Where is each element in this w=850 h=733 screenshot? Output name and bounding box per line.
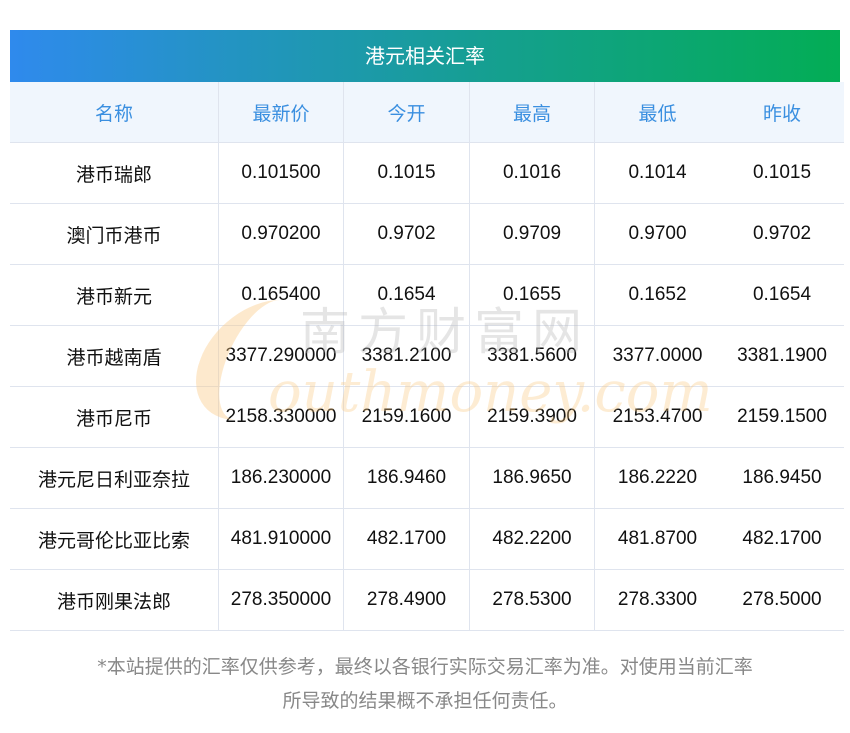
rate-value: 0.1654 <box>343 264 470 326</box>
currency-name: 港币瑞郎 <box>10 142 219 204</box>
currency-name: 港币越南盾 <box>10 325 219 387</box>
rate-value: 0.1655 <box>469 264 595 326</box>
rate-value: 278.3300 <box>594 569 720 631</box>
table-row: 澳门币港币 0.970200 0.9702 0.9709 0.9700 0.9702 <box>10 203 844 265</box>
table-row: 港币新元 0.165400 0.1654 0.1655 0.1652 0.1654 <box>10 264 844 326</box>
rate-value: 0.101500 <box>218 142 344 204</box>
rate-value: 0.1016 <box>469 142 595 204</box>
table-row: 港币刚果法郎 278.350000 278.4900 278.5300 278.3300… <box>10 569 844 631</box>
disclaimer: *本站提供的汇率仅供参考，最终以各银行实际交易汇率为准。对使用当前汇率 所导致的… <box>0 650 850 718</box>
column-header: 昨收 <box>720 82 844 143</box>
disclaimer-line: 所导致的结果概不承担任何责任。 <box>282 690 568 712</box>
currency-name: 港币新元 <box>10 264 219 326</box>
rate-value: 2153.4700 <box>594 386 720 448</box>
table-title: 港元相关汇率 <box>10 30 840 82</box>
rate-value: 0.1015 <box>720 142 844 204</box>
rate-value: 186.9460 <box>343 447 470 509</box>
rate-value: 0.9702 <box>343 203 470 265</box>
currency-name: 港币刚果法郎 <box>10 569 219 631</box>
rate-value: 3381.5600 <box>469 325 595 387</box>
column-header: 最高 <box>469 82 595 143</box>
currency-name: 澳门币港币 <box>10 203 219 265</box>
rate-value: 0.1652 <box>594 264 720 326</box>
column-header: 最低 <box>594 82 720 143</box>
rate-value: 186.9650 <box>469 447 595 509</box>
exchange-rate-table: 名称 最新价 今开 最高 最低 昨收 港币瑞郎 0.101500 0.1015 0.1016 0.… <box>10 82 844 631</box>
column-header: 名称 <box>10 82 219 143</box>
rate-value: 0.9702 <box>720 203 844 265</box>
rate-value: 2159.1500 <box>720 386 844 448</box>
table-row: 港币尼币 2158.330000 2159.1600 2159.3900 2153.47… <box>10 386 844 448</box>
rate-value: 186.230000 <box>218 447 344 509</box>
disclaimer-line: *本站提供的汇率仅供参考，最终以各银行实际交易汇率为准。对使用当前汇率 <box>97 656 753 678</box>
rate-value: 0.1014 <box>594 142 720 204</box>
column-header: 今开 <box>343 82 470 143</box>
rate-value: 278.4900 <box>343 569 470 631</box>
currency-name: 港元哥伦比亚比索 <box>10 508 219 570</box>
rate-value: 186.9450 <box>720 447 844 509</box>
rate-value: 278.5000 <box>720 569 844 631</box>
rate-value: 0.1654 <box>720 264 844 326</box>
rate-value: 0.1015 <box>343 142 470 204</box>
table-row: 港币瑞郎 0.101500 0.1015 0.1016 0.1014 0.1015 <box>10 142 844 204</box>
rate-value: 482.1700 <box>343 508 470 570</box>
rate-value: 186.2220 <box>594 447 720 509</box>
rate-value: 3377.0000 <box>594 325 720 387</box>
rate-value: 481.910000 <box>218 508 344 570</box>
rate-value: 3381.2100 <box>343 325 470 387</box>
table-row: 港元尼日利亚奈拉 186.230000 186.9460 186.9650 186.22… <box>10 447 844 509</box>
rate-value: 278.350000 <box>218 569 344 631</box>
rate-value: 0.9709 <box>469 203 595 265</box>
rate-value: 2159.3900 <box>469 386 595 448</box>
currency-name: 港币尼币 <box>10 386 219 448</box>
column-header: 最新价 <box>218 82 344 143</box>
table-row: 港元哥伦比亚比索 481.910000 482.1700 482.2200 481.87… <box>10 508 844 570</box>
rate-value: 481.8700 <box>594 508 720 570</box>
currency-name: 港元尼日利亚奈拉 <box>10 447 219 509</box>
rate-value: 0.970200 <box>218 203 344 265</box>
rate-value: 482.2200 <box>469 508 595 570</box>
table-header-row: 名称 最新价 今开 最高 最低 昨收 <box>10 82 844 143</box>
rate-value: 3381.1900 <box>720 325 844 387</box>
rate-value: 278.5300 <box>469 569 595 631</box>
rate-value: 482.1700 <box>720 508 844 570</box>
rate-value: 0.9700 <box>594 203 720 265</box>
rate-value: 2159.1600 <box>343 386 470 448</box>
table-row: 港币越南盾 3377.290000 3381.2100 3381.5600 3377.0… <box>10 325 844 387</box>
